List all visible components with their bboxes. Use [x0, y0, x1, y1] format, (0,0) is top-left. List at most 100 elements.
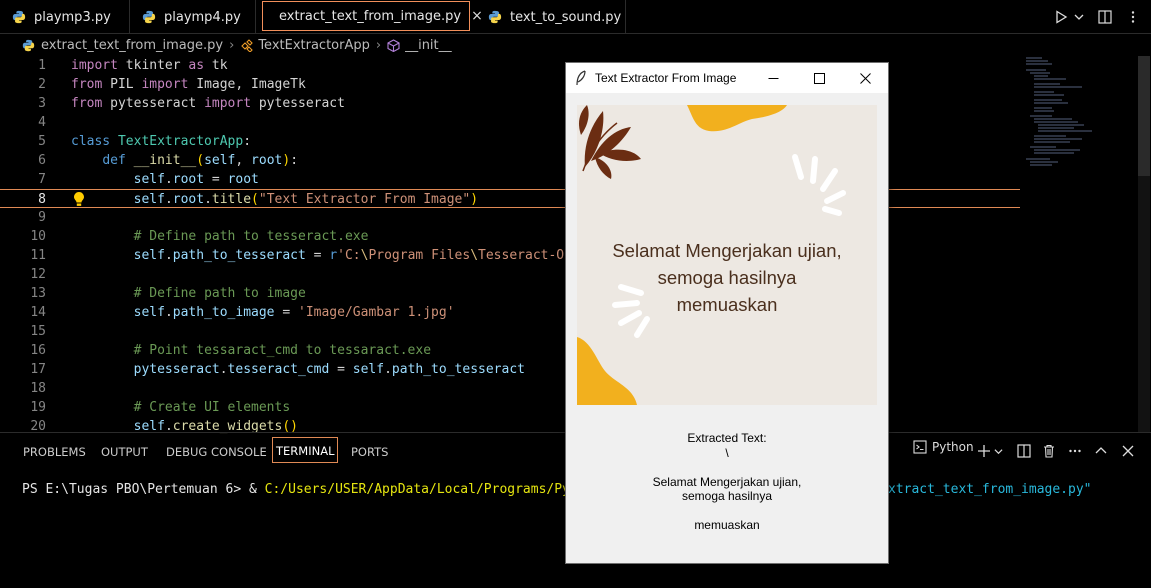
code-token: .	[204, 192, 212, 207]
scrollbar-thumb[interactable]	[1138, 56, 1150, 176]
terminal-icon	[913, 440, 927, 454]
code-token: class	[71, 134, 111, 149]
code-token: =	[305, 248, 330, 263]
tab-debug-console[interactable]: DEBUG CONSOLE	[166, 445, 267, 459]
tab-terminal[interactable]: TERMINAL	[272, 437, 339, 463]
code-text: self.root = root	[71, 170, 259, 189]
code-token: # Point tessaract_cmd to tessaract.exe	[133, 343, 432, 358]
line-number: 5	[38, 134, 46, 149]
tab-extract-text-from-image[interactable]: extract_text_from_image.py ×	[262, 1, 483, 31]
code-text: # Point tessaract_cmd to tessaract.exe	[71, 341, 431, 360]
line-number: 13	[30, 286, 46, 301]
maximize-panel-icon[interactable]	[1095, 445, 1107, 457]
line-number: 14	[30, 305, 46, 320]
line-number: 18	[30, 381, 46, 396]
tab-output[interactable]: OUTPUT	[101, 445, 148, 459]
line-number: 12	[30, 267, 46, 282]
line-number: 10	[30, 229, 46, 244]
code-text: # Define path to image	[71, 284, 306, 303]
code-token: .	[384, 362, 392, 377]
maximize-button[interactable]	[796, 63, 842, 93]
close-button[interactable]	[842, 63, 888, 93]
split-terminal-icon[interactable]	[1017, 444, 1031, 458]
split-editor-icon[interactable]	[1098, 10, 1112, 24]
code-token: 'C:	[337, 248, 361, 263]
chevron-down-icon[interactable]	[1074, 12, 1084, 22]
loaded-image: Selamat Mengerjakan ujian, semoga hasilny…	[577, 105, 877, 405]
code-token: path_to_image	[172, 305, 275, 320]
terminal-output[interactable]: PS E:\Tugas PBO\Pertemuan 6> & C:/Users/…	[22, 482, 633, 497]
python-file-icon	[488, 10, 502, 24]
minimize-button[interactable]	[750, 63, 796, 93]
editor-tab-bar: playmp3.py playmp4.py extract_text_from_…	[0, 0, 1151, 34]
code-text: # Define path to tesseract.exe	[71, 227, 369, 246]
minimap[interactable]	[1022, 56, 1134, 176]
breadcrumb: extract_text_from_image.py › TextExtract…	[0, 34, 1151, 56]
window-titlebar[interactable]: Text Extractor From Image	[566, 63, 888, 93]
code-text: self.path_to_image = 'Image/Gambar 1.jpg…	[71, 303, 455, 322]
terminal-selector[interactable]: Python	[913, 440, 974, 454]
chevron-right-icon: ›	[375, 37, 382, 53]
code-token: root	[172, 192, 205, 207]
line-number: 19	[30, 400, 46, 415]
line-number: 6	[38, 153, 46, 168]
code-token: :	[290, 153, 299, 168]
tab-problems[interactable]: PROBLEMS	[23, 445, 86, 459]
code-token: self	[204, 153, 236, 168]
add-icon[interactable]	[977, 444, 991, 458]
tab-playmp3[interactable]: playmp3.py	[0, 0, 130, 34]
code-token: 'Image/Gambar 1.jpg'	[298, 305, 455, 320]
terminal-command-tail: xtract_text_from_image.py"	[888, 482, 1092, 497]
close-icon	[859, 72, 871, 84]
editor-scrollbar[interactable]	[1138, 56, 1150, 432]
code-token: title	[211, 192, 252, 207]
code-text: def __init__(self, root):	[71, 151, 298, 170]
breadcrumb-method[interactable]: __init__	[405, 38, 452, 53]
breadcrumb-class[interactable]: TextExtractorApp	[258, 38, 370, 53]
method-icon	[387, 38, 400, 52]
code-token: self	[133, 305, 165, 320]
code-token: Program Files	[368, 248, 471, 263]
code-token: # Create UI elements	[133, 400, 291, 415]
code-token: =	[274, 305, 298, 320]
line-number: 9	[38, 210, 46, 225]
code-text: pytesseract.tesseract_cmd = self.path_to…	[71, 360, 525, 379]
code-token: import	[141, 77, 189, 92]
run-icon[interactable]	[1054, 10, 1068, 24]
code-token: )	[282, 153, 291, 168]
code-token: tesseract_cmd	[227, 362, 330, 377]
trash-icon[interactable]	[1042, 444, 1056, 458]
code-token: .	[164, 172, 173, 187]
chevron-down-icon[interactable]	[994, 447, 1003, 456]
more-actions-icon[interactable]	[1126, 10, 1140, 24]
code-token: from	[71, 96, 103, 111]
tab-ports[interactable]: PORTS	[351, 445, 388, 459]
code-text: class TextExtractorApp:	[71, 132, 251, 151]
code-token: PIL	[102, 77, 142, 92]
tab-text-to-sound[interactable]: text_to_sound.py	[476, 0, 626, 34]
image-caption-line: semoga hasilnya	[657, 267, 797, 288]
code-text: self.path_to_tesseract = r'C: \Program Fi…	[71, 246, 580, 265]
tab-playmp4[interactable]: playmp4.py	[130, 0, 256, 34]
code-token: Image, ImageTk	[188, 77, 306, 92]
code-token: \	[470, 248, 479, 263]
code-token: self	[133, 248, 165, 263]
code-token: pytesseract	[102, 96, 205, 111]
code-token: as	[188, 58, 205, 73]
code-token: import	[71, 58, 118, 73]
line-number: 17	[30, 362, 46, 377]
line-number: 8	[38, 192, 46, 207]
window-title: Text Extractor From Image	[595, 71, 737, 85]
close-icon[interactable]	[1122, 445, 1134, 457]
class-icon	[241, 38, 254, 52]
code-text: self.root.title("Text Extractor From Ima…	[71, 190, 478, 209]
more-actions-icon[interactable]	[1068, 444, 1082, 458]
code-token: tk	[204, 58, 228, 73]
breadcrumb-file[interactable]: extract_text_from_image.py	[41, 38, 223, 53]
